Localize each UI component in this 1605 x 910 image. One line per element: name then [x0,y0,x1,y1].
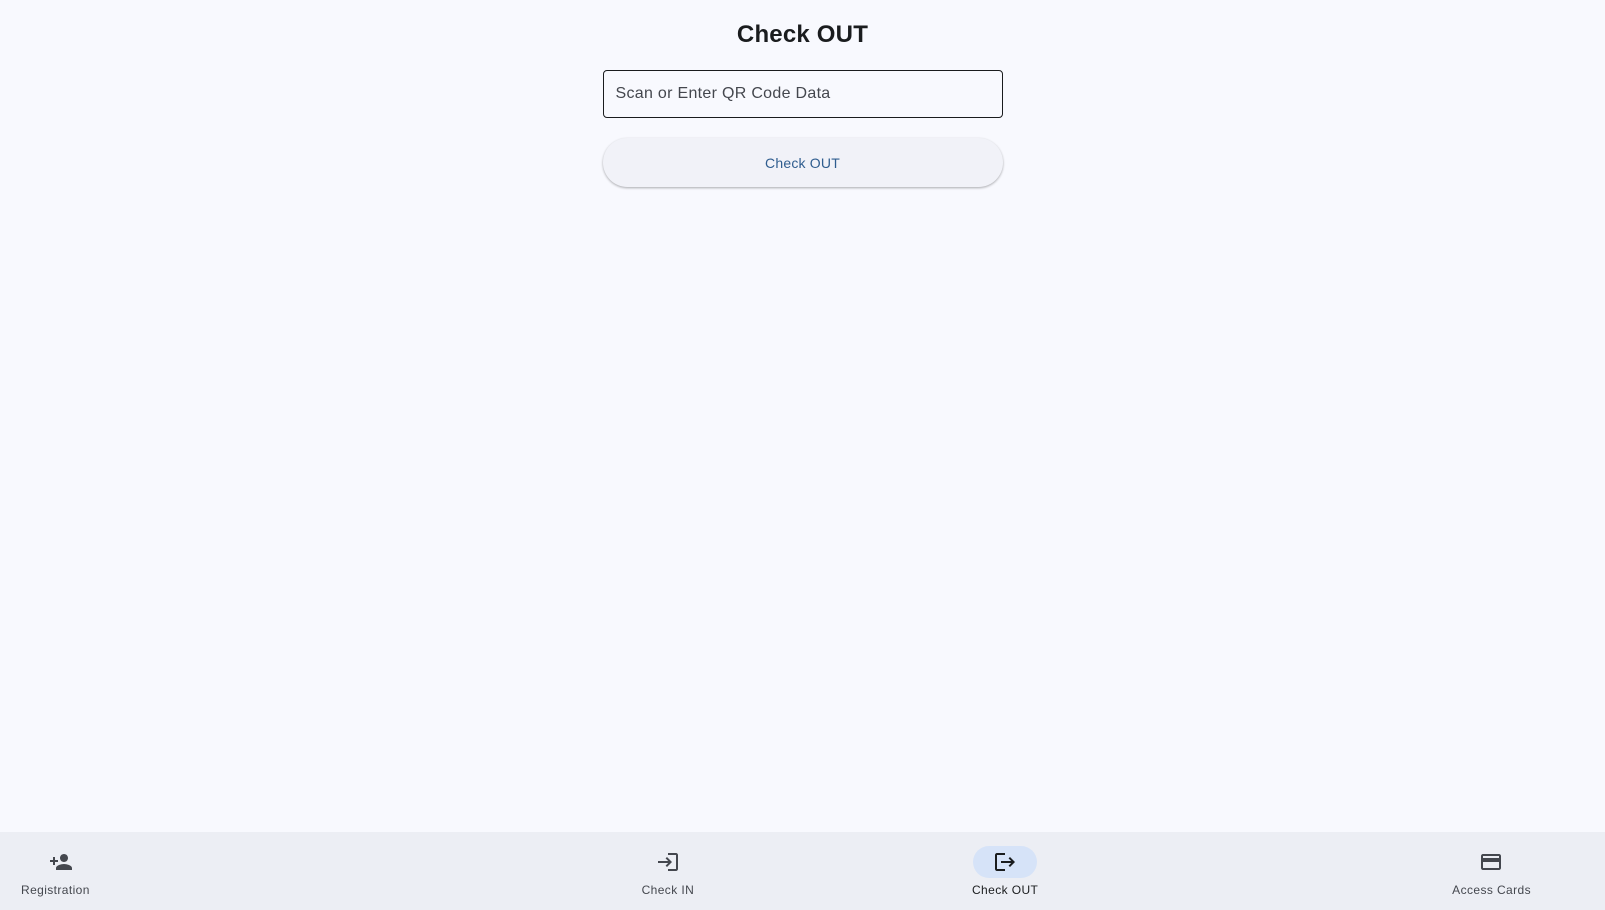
main-content: Check OUT Check OUT [0,0,1605,832]
nav-active-indicator [973,846,1038,878]
qr-code-input[interactable] [603,71,1002,117]
nav-icon-container [29,846,93,878]
nav-item-registration[interactable]: Registration [0,832,401,910]
nav-item-check-in[interactable]: Check IN [401,832,802,910]
logout-icon [995,853,1016,871]
app-root: Check OUT Check OUT Registration Check I… [0,0,1605,910]
check-out-button[interactable]: Check OUT [602,138,1003,187]
nav-icon-container [636,846,700,878]
person-add-icon [50,854,72,870]
nav-item-access-cards[interactable]: Access Cards [1204,832,1605,910]
nav-label-registration: Registration [21,883,90,897]
nav-item-check-out[interactable]: Check OUT [803,832,1204,910]
bottom-navigation: Registration Check IN Check OUT Access C… [0,832,1605,910]
nav-label-access-cards: Access Cards [1452,883,1531,897]
page-title: Check OUT [736,21,869,48]
nav-label-check-in: Check IN [641,883,695,897]
nav-icon-container [1459,846,1523,878]
qr-code-field[interactable] [602,70,1003,118]
nav-label-check-out: Check OUT [971,883,1039,897]
login-icon [657,853,678,871]
credit-card-icon [1481,854,1501,870]
